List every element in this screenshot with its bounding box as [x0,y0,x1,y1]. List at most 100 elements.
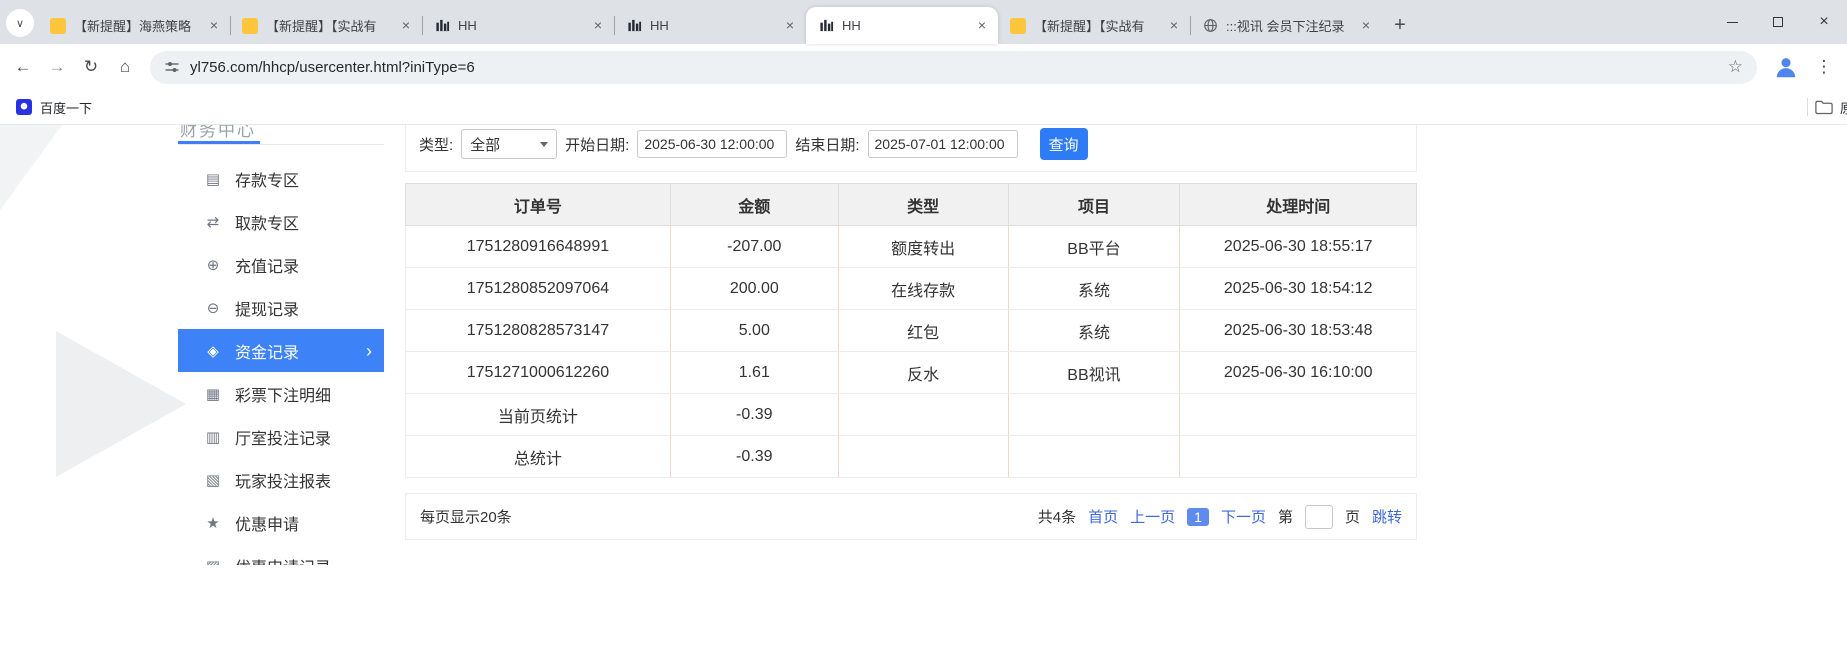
page-jump-input[interactable] [1305,505,1333,529]
hh-site-favicon [434,18,450,34]
tab-7[interactable]: :::视讯 会员下注纪录× [1190,7,1382,44]
table-cell: 红包 [838,310,1008,352]
total-count: 共4条 [1038,506,1076,527]
sidebar-item-label: 优惠申请 [235,511,299,535]
background-shape [56,331,186,477]
reload-button[interactable]: ↻ [74,50,108,84]
pagination-controls: 共4条 首页 上一页 1 下一页 第 页 跳转 [1038,505,1402,529]
sidebar-item-lottery[interactable]: ▦彩票下注明细 [178,372,384,415]
sidebar-item-cashout[interactable]: ⊖ 提现记录 [178,286,384,329]
sidebar-item-hall[interactable]: ▥厅室投注记录 [178,415,384,458]
bookmark-baidu[interactable]: 百度一下 [10,96,98,119]
tab-title: HH [842,18,966,33]
tab-5[interactable]: HH × [806,7,998,44]
sidebar-item-report[interactable]: ▧玩家投注报表 [178,458,384,501]
query-button[interactable]: 查询 [1040,128,1088,160]
tab-close-icon[interactable]: × [398,18,414,34]
page-content: 财务中心 ▤存款专区⇄取款专区⊕充值记录 ⊖ 提现记录 ◈资金记录›▦彩票下注明细▥厅… [0,125,1847,665]
first-page-link[interactable]: 首页 [1088,506,1118,527]
table-cell: 反水 [838,352,1008,394]
all-bookmarks[interactable]: 原 [1807,98,1847,117]
background-shape [0,125,62,210]
sidebar-item-deposit[interactable]: ▤存款专区 [178,157,384,200]
tab-close-icon[interactable]: × [1166,18,1182,34]
close-icon: × [1819,13,1828,31]
table-cell: 系统 [1008,268,1180,310]
sidebar-item-promo[interactable]: ★ 优惠申请 [178,501,384,544]
sidebar-title: 财务中心 [180,125,256,141]
tab-title: 【新提醒】海燕策略 [74,16,198,35]
sidebar-item-label: 提现记录 [235,296,299,320]
withdraw-icon: ⇄ [204,213,222,231]
end-date-input[interactable] [868,130,1018,158]
forum-favicon [50,18,66,34]
table-cell: 当前页统计 [406,394,671,436]
site-info-icon[interactable] [164,59,180,75]
promo-icon: ★ [204,514,222,532]
main-content: 类型: 全部 开始日期: 结束日期: 查询 订单号金额类型项目处理时间 1751… [405,125,1417,665]
new-tab-button[interactable]: + [1386,11,1414,39]
table-cell: 2025-06-30 18:54:12 [1180,268,1417,310]
tab-2[interactable]: 【新提醒】【实战有× [230,7,422,44]
start-date-input[interactable] [637,130,787,158]
table-cell [1180,436,1417,478]
back-button[interactable]: ← [6,50,40,84]
bookmark-star-icon[interactable]: ☆ [1728,57,1743,77]
prev-page-link[interactable]: 上一页 [1130,506,1175,527]
forward-button[interactable]: → [40,50,74,84]
table-cell: -0.39 [670,436,838,478]
table-row: 17512808285731475.00红包系统2025-06-30 18:53… [406,310,1417,352]
bookmarks-bar: 百度一下 原 [0,90,1847,125]
tab-close-icon[interactable]: × [974,18,990,34]
sidebar-item-label: 厅室投注记录 [235,425,331,449]
tab-search-button[interactable]: ∨ [6,9,34,37]
close-window-button[interactable]: × [1801,0,1847,44]
table-cell [838,436,1008,478]
profile-avatar[interactable] [1771,52,1801,82]
sidebar-item-recharge[interactable]: ⊕充值记录 [178,243,384,286]
home-button[interactable]: ⌂ [108,50,142,84]
type-select[interactable]: 全部 [461,129,557,159]
tab-4[interactable]: HH× [614,7,806,44]
promo2-icon: ▨ [204,557,222,566]
pagination-bar: 每页显示20条 共4条 首页 上一页 1 下一页 第 页 跳转 [405,493,1417,540]
tab-list: 【新提醒】海燕策略×【新提醒】【实战有×HH×HH×HH×【新提醒】【实战有×:… [38,7,1382,44]
cashout-icon: ⊖ [204,299,222,317]
hh-site-favicon [626,18,642,34]
sidebar-item-promo2[interactable]: ▨ 优惠申请记录 [178,544,384,565]
tab-close-icon[interactable]: × [590,18,606,34]
table-row: 总统计-0.39 [406,436,1417,478]
tab-6[interactable]: 【新提醒】【实战有× [998,7,1190,44]
table-cell: 1751271000612260 [406,352,671,394]
sidebar-item-funds[interactable]: ◈资金记录› [178,329,384,372]
table-cell [1008,436,1180,478]
minimize-button[interactable] [1709,0,1755,44]
browser-menu-icon[interactable]: ⋮ [1807,50,1841,84]
tab-1[interactable]: 【新提醒】海燕策略 × [38,7,230,44]
tab-close-icon[interactable]: × [1358,18,1374,34]
table-cell: 2025-06-30 16:10:00 [1180,352,1417,394]
sidebar-item-withdraw[interactable]: ⇄取款专区 [178,200,384,243]
maximize-icon [1773,17,1783,27]
table-header-row: 订单号金额类型项目处理时间 [406,184,1417,226]
jump-link[interactable]: 跳转 [1372,506,1402,527]
all-bookmarks-label: 原 [1840,98,1847,117]
table-cell: 200.00 [670,268,838,310]
jump-prefix-label: 第 [1278,506,1293,527]
sidebar-item-label: 优惠申请记录 [235,554,331,566]
report-icon: ▧ [204,471,222,489]
tab-close-icon[interactable]: × [782,18,798,34]
tab-title: HH [458,18,582,33]
table-cell: 5.00 [670,310,838,352]
table-header-cell: 订单号 [406,184,671,226]
tab-close-icon[interactable]: × [206,18,222,34]
current-page[interactable]: 1 [1187,508,1209,526]
next-page-link[interactable]: 下一页 [1221,506,1266,527]
table-cell: 额度转出 [838,226,1008,268]
maximize-button[interactable] [1755,0,1801,44]
tab-3[interactable]: HH × [422,7,614,44]
jump-suffix-label: 页 [1345,506,1360,527]
table-cell: 1751280916648991 [406,226,671,268]
address-bar[interactable]: yl756.com/hhcp/usercenter.html?iniType=6… [150,51,1757,84]
table-cell [1008,394,1180,436]
